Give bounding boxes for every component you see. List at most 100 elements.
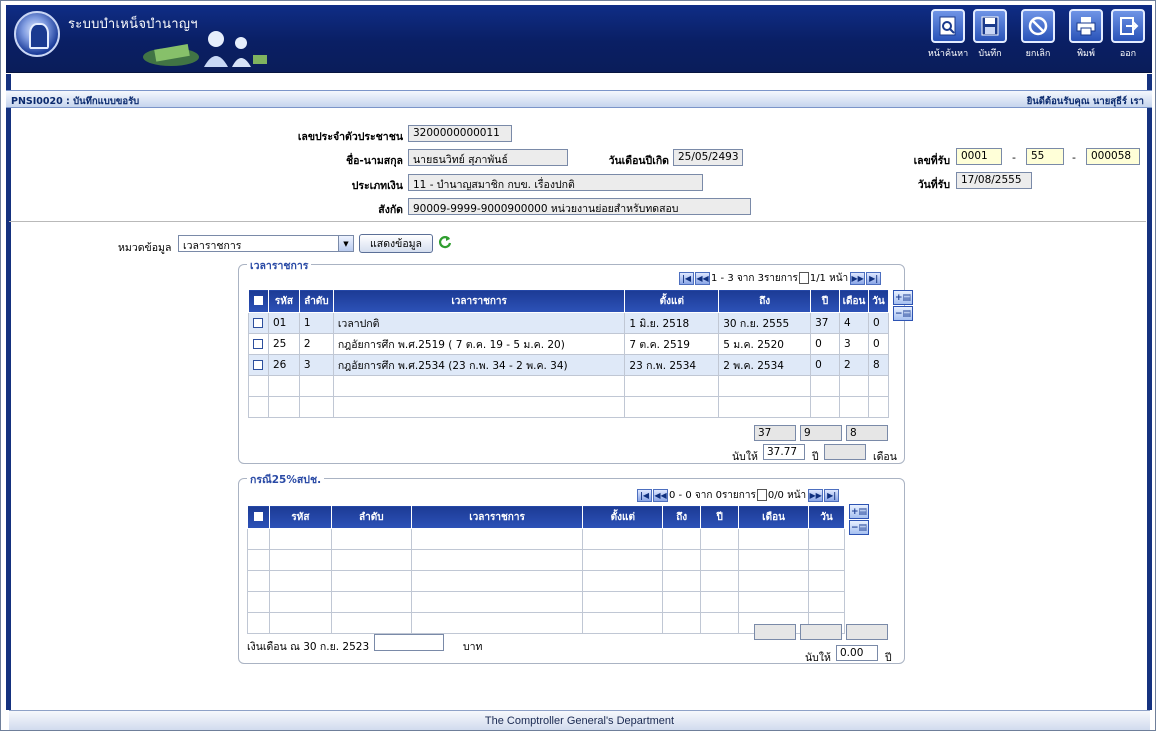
table-cell: 3 [298,354,334,376]
table-cell: 26 [267,354,300,376]
table-cell: 0 [867,312,890,334]
birthdate-field[interactable]: 25/05/2493 [673,149,743,166]
next-page-icon[interactable]: ▶▶ [850,271,866,285]
first-page-icon[interactable]: |◀ [679,271,694,285]
search-page-label: หน้าค้นหา [927,49,969,59]
last-page-icon[interactable]: ▶| [866,271,882,285]
column-header[interactable]: ถึง [718,289,812,313]
table-cell: 4 [839,312,869,334]
count-years-unit: ปี [812,451,819,463]
app-window: ระบบบำเหน็จบำนาญฯ หน้าค้นหา บันทึก ยกเลิ… [0,0,1156,731]
footer-bar: The Comptroller General's Department [9,710,1150,730]
name-field[interactable]: นายธนวิทย์ สุภาพันธ์ [408,149,568,166]
column-header[interactable]: ถึง [662,505,702,529]
table-cell: กฎอัยการศึก พ.ศ.2534 (23 ก.พ. 34 - 2 พ.ค… [332,354,626,376]
row-checkbox[interactable] [248,354,269,376]
column-header[interactable]: เดือน [839,289,869,313]
table-cell: 01 [267,312,300,334]
prev-page-icon[interactable]: ◀◀ [695,271,710,285]
cancel-icon [1021,9,1055,43]
refresh-icon[interactable] [438,235,452,249]
table-row[interactable]: 01 1 เวลาปกติ 1 มิ.ย. 2518 30 ก.ย. 2555 … [248,312,890,334]
first-page-icon[interactable]: |◀ [637,488,652,502]
prev-page-icon[interactable]: ◀◀ [653,488,668,502]
remove-row-icon[interactable]: −▤ [893,306,913,321]
screen-title-bar: PNSI0020 : บันทึกแบบขอรับ ยินดีต้อนรับคุ… [6,90,1152,108]
column-header[interactable]: ตั้งแต่ [624,289,720,313]
receipt-number-label: เลขที่รับ [913,155,950,167]
paytype-field[interactable]: 11 - บำนาญสมาชิก กบข. เรื่องปกติ [408,174,703,191]
save-button[interactable]: บันทึก [966,9,1014,60]
receipt-number-part1[interactable]: 0001 [956,148,1002,165]
table-cell: 8 [867,354,890,376]
table-cell: 3 [839,333,869,355]
table-cell: 5 ม.ค. 2520 [718,333,812,355]
print-button[interactable]: พิมพ์ [1062,9,1110,60]
receipt-date-field[interactable]: 17/08/2555 [956,172,1032,189]
table-row[interactable]: 25 2 กฎอัยการศึก พ.ศ.2519 ( 7 ต.ค. 19 - … [248,333,890,355]
next-page-icon[interactable]: ▶▶ [808,488,824,502]
receipt-number-part2[interactable]: 55 [1026,148,1064,165]
column-header[interactable]: รหัส [268,505,332,529]
divider [9,221,1146,222]
table-header-row: รหัส ลำดับ เวลาราชการ ตั้งแต่ ถึง ปี เดื… [248,289,890,313]
column-header[interactable]: วัน [808,505,845,529]
table-cell: 0 [867,333,890,355]
id-label: เลขประจำตัวประชาชน [297,131,403,143]
column-header[interactable]: เวลาราชการ [410,505,584,529]
receipt-number-part3[interactable]: 000058 [1086,148,1140,165]
birthdate-label: วันเดือนปีเกิด [608,155,669,167]
frame-right [1147,74,1152,710]
table-row-empty [247,549,845,571]
column-header[interactable]: ลำดับ [298,289,334,313]
select-all-checkbox[interactable] [248,289,269,313]
count-years-field[interactable]: 37.77 [763,444,805,460]
count-years-field-25[interactable]: 0.00 [836,645,878,661]
column-header[interactable]: เดือน [738,505,809,529]
id-field[interactable]: 3200000000011 [408,125,512,142]
column-header[interactable]: ปี [810,289,841,313]
case-25-caption: กรณี25%สปช. [247,471,325,488]
service-pager: |◀ ◀◀ 1 - 3 จาก 3รายการ 1/1 หน้า ▶▶ ▶| [679,271,882,285]
row-checkbox[interactable] [248,333,269,355]
remove-row-icon[interactable]: −▤ [849,520,869,535]
print-icon [1069,9,1103,43]
select-all-checkbox[interactable] [247,505,270,529]
cancel-label: ยกเลิก [1025,49,1051,59]
table-row-empty [248,396,890,418]
table-cell: เวลาปกติ [332,312,626,334]
paytype-label: ประเภทเงิน [351,180,403,192]
case25-page-input[interactable] [756,489,767,501]
add-row-icon[interactable]: +▤ [849,504,869,519]
table-row-empty [247,528,845,550]
receipt-number-dash-2: - [1072,151,1076,164]
column-header[interactable]: วัน [867,289,890,313]
column-header[interactable]: ลำดับ [330,505,412,529]
agency-field[interactable]: 90009-9999-9000900000 หน่วยงานย่อยสำหรับ… [408,198,751,215]
search-page-button[interactable]: หน้าค้นหา [924,9,972,60]
last-page-icon[interactable]: ▶| [824,488,840,502]
table-cell: 2 [298,333,334,355]
table-cell: 30 ก.ย. 2555 [718,312,812,334]
exit-label: ออก [1119,49,1137,59]
column-header[interactable]: ปี [700,505,740,529]
column-header[interactable]: เวลาราชการ [332,289,626,313]
column-header[interactable]: ตั้งแต่ [582,505,664,529]
category-selected-value: เวลาราชการ [183,240,242,252]
department-logo [14,11,60,57]
category-select[interactable]: เวลาราชการ ▼ [178,235,354,252]
show-data-button[interactable]: แสดงข้อมูล [359,234,433,253]
table-cell: 2 [839,354,869,376]
salary-field[interactable] [374,634,444,651]
row-checkbox[interactable] [248,312,269,334]
add-row-icon[interactable]: +▤ [893,290,913,305]
service-page-input[interactable] [798,272,809,284]
column-header[interactable]: รหัส [267,289,300,313]
show-data-button-label: แสดงข้อมูล [370,238,422,250]
table-row[interactable]: 26 3 กฎอัยการศึก พ.ศ.2534 (23 ก.พ. 34 - … [248,354,890,376]
exit-button[interactable]: ออก [1104,9,1152,60]
cancel-button[interactable]: ยกเลิก [1014,9,1062,60]
sum-months-25 [800,624,842,640]
app-header: ระบบบำเหน็จบำนาญฯ หน้าค้นหา บันทึก ยกเลิ… [6,5,1152,73]
count-months-field [824,444,866,460]
